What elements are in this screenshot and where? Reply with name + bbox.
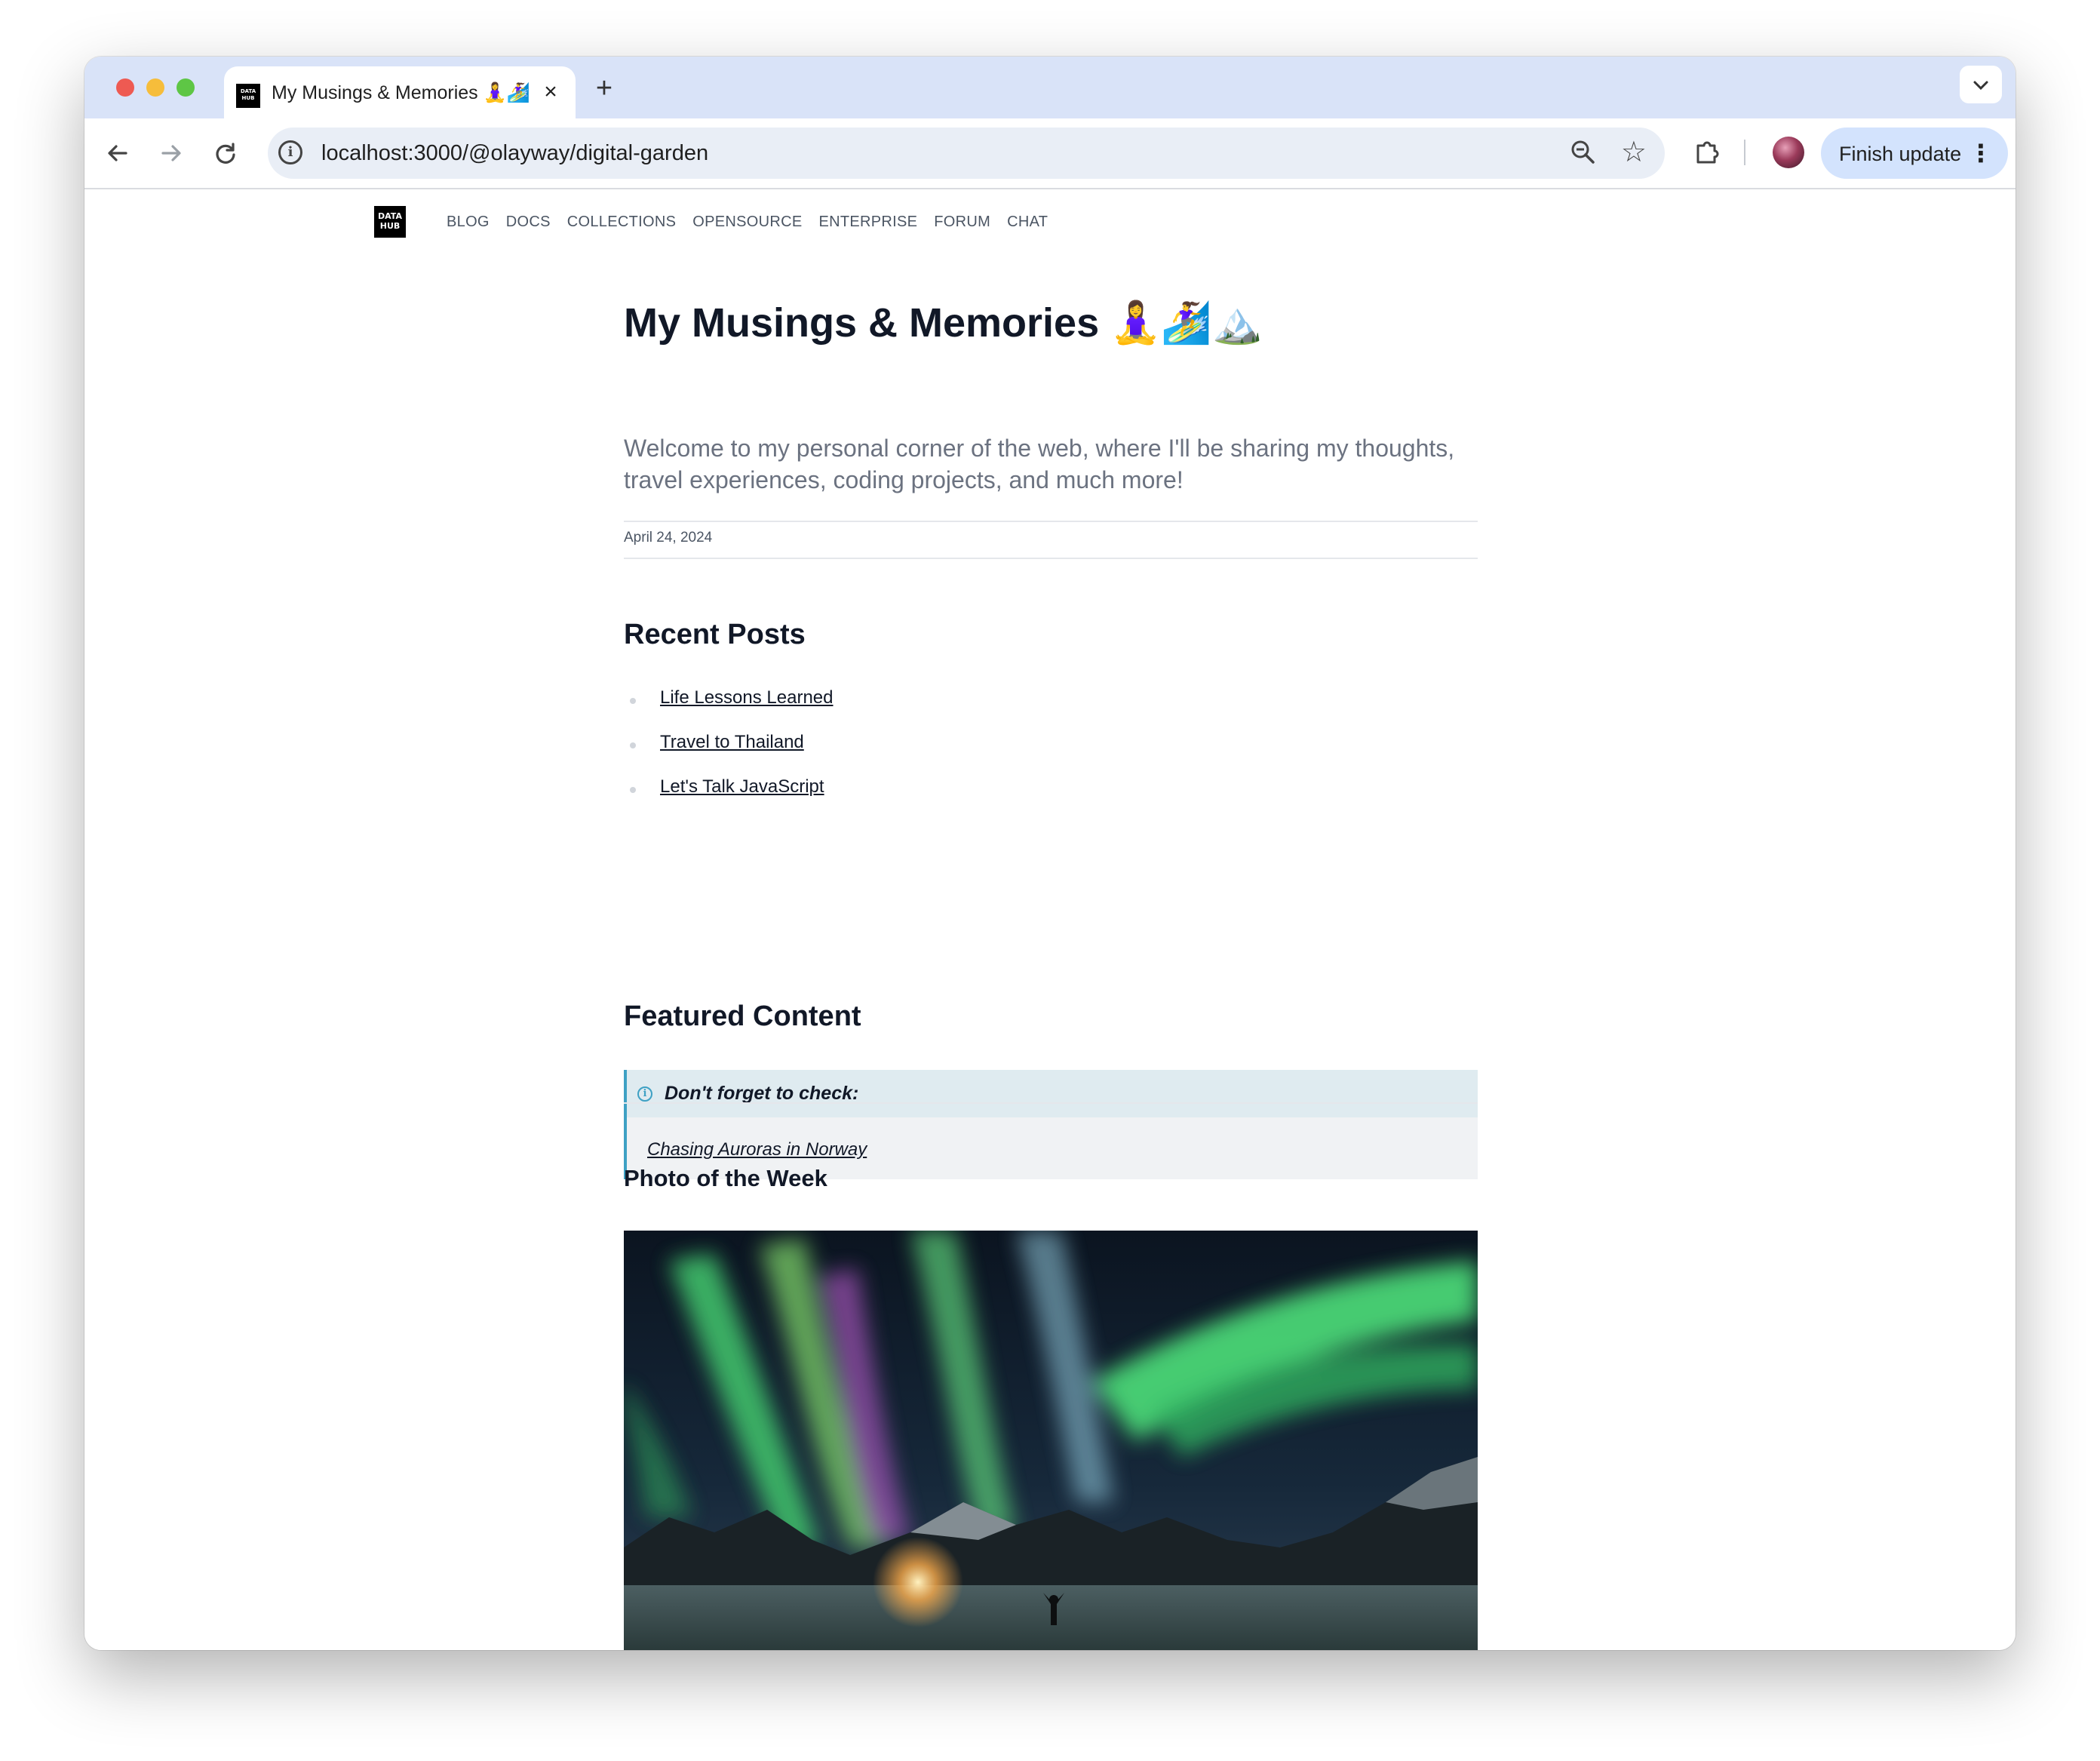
post-link[interactable]: Life Lessons Learned: [660, 687, 834, 708]
toolbar-divider: [1744, 140, 1745, 165]
nav-forum[interactable]: FORUM: [934, 214, 990, 231]
divider: [624, 521, 1478, 522]
callout-title: Don't forget to check:: [665, 1083, 859, 1104]
callout-box: i Don't forget to check: Chasing Auroras…: [624, 1070, 1478, 1179]
callout-link[interactable]: Chasing Auroras in Norway: [647, 1139, 867, 1160]
finish-update-label: Finish update: [1839, 143, 1962, 165]
post-link[interactable]: Let's Talk JavaScript: [660, 776, 824, 798]
reload-icon: [216, 143, 235, 164]
page-viewport: DATA HUB BLOG DOCS COLLECTIONS OPENSOURC…: [84, 189, 2016, 1650]
nav-enterprise[interactable]: ENTERPRISE: [818, 214, 917, 231]
callout-header: i Don't forget to check:: [627, 1070, 1478, 1117]
info-icon[interactable]: i: [278, 140, 302, 164]
bullet: [630, 698, 636, 704]
url-text[interactable]: localhost:3000/@olayway/digital-garden: [321, 141, 708, 166]
tab-title: My Musings & Memories 🧘‍♀️🏄‍♀️: [272, 82, 530, 103]
photo-of-the-week-heading: Photo of the Week: [624, 1165, 827, 1191]
site-nav: BLOG DOCS COLLECTIONS OPENSOURCE ENTERPR…: [447, 214, 1048, 231]
arrow-left-icon: [108, 145, 127, 161]
site-logo[interactable]: DATA HUB: [374, 206, 406, 238]
nav-chat[interactable]: CHAT: [1007, 214, 1048, 231]
post-link[interactable]: Travel to Thailand: [660, 732, 804, 753]
recent-posts-heading: Recent Posts: [624, 619, 806, 650]
avatar[interactable]: [1773, 137, 1804, 168]
browser-window: DATA HUB My Musings & Memories 🧘‍♀️🏄‍♀️ …: [84, 57, 2016, 1650]
maximize-window-button[interactable]: [177, 78, 195, 97]
chevron-down-icon: [1973, 81, 1988, 91]
more-vert-icon[interactable]: ⋮: [1969, 138, 1993, 168]
datahub-favicon-icon: DATA HUB: [236, 84, 260, 108]
tab-active[interactable]: DATA HUB My Musings & Memories 🧘‍♀️🏄‍♀️ …: [224, 66, 576, 118]
divider: [624, 558, 1478, 559]
close-window-button[interactable]: [116, 78, 134, 97]
star-icon[interactable]: ☆: [1621, 134, 1647, 171]
forward-button[interactable]: [153, 135, 189, 171]
page-subtitle: Welcome to my personal corner of the web…: [624, 435, 1455, 493]
tab-strip: DATA HUB My Musings & Memories 🧘‍♀️🏄‍♀️ …: [84, 57, 2016, 118]
nav-docs[interactable]: DOCS: [506, 214, 551, 231]
nav-collections[interactable]: COLLECTIONS: [567, 214, 676, 231]
finish-update-button[interactable]: Finish update ⋮: [1821, 128, 2008, 179]
bullet: [630, 787, 636, 793]
featured-content-heading: Featured Content: [624, 1000, 861, 1032]
divider: [624, 1102, 1478, 1104]
info-circle-icon: i: [637, 1086, 652, 1102]
browser-toolbar: i localhost:3000/@olayway/digital-garden…: [84, 118, 2016, 189]
page-date: April 24, 2024: [624, 530, 713, 546]
puzzle-icon[interactable]: [1691, 135, 1724, 168]
close-icon[interactable]: ×: [539, 80, 563, 104]
arrow-right-icon: [161, 145, 181, 161]
tab-search-button[interactable]: [1960, 66, 2002, 103]
reload-button[interactable]: [207, 135, 244, 171]
nav-opensource[interactable]: OPENSOURCE: [692, 214, 802, 231]
nav-blog[interactable]: BLOG: [447, 214, 490, 231]
new-tab-button[interactable]: +: [588, 73, 621, 106]
minimize-window-button[interactable]: [146, 78, 164, 97]
page-title: My Musings & Memories 🧘‍♀️🏄‍♀️🏔️: [624, 300, 1263, 346]
address-bar[interactable]: i localhost:3000/@olayway/digital-garden…: [268, 128, 1665, 179]
zoom-icon[interactable]: [1568, 137, 1598, 167]
bullet: [630, 742, 636, 748]
aurora-photo: [624, 1231, 1478, 1650]
back-button[interactable]: [100, 135, 136, 171]
